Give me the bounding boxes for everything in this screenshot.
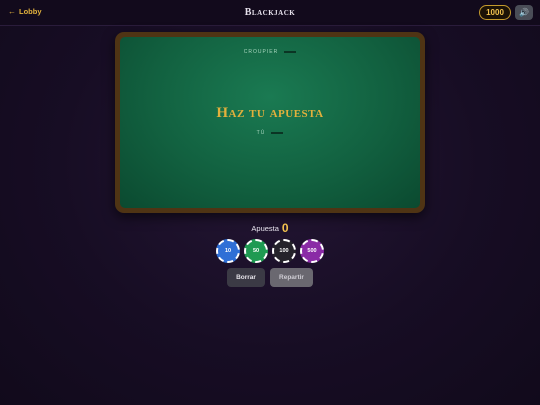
chip-10[interactable]: 10 bbox=[216, 239, 240, 263]
chip-value: 10 bbox=[224, 248, 232, 254]
deal-button[interactable]: Repartir bbox=[270, 268, 313, 287]
player-area: TÚ bbox=[120, 130, 420, 136]
bet-amount: 0 bbox=[281, 221, 289, 235]
sound-toggle-button[interactable]: 🔊 bbox=[515, 5, 533, 20]
chip-500[interactable]: 500 bbox=[300, 239, 324, 263]
speaker-icon: 🔊 bbox=[519, 8, 529, 17]
chip-100[interactable]: 100 bbox=[272, 239, 296, 263]
chip-value: 50 bbox=[252, 248, 260, 254]
bet-label: Apuesta bbox=[251, 224, 279, 233]
chip-50[interactable]: 50 bbox=[244, 239, 268, 263]
bet-prompt: Haz tu apuesta bbox=[216, 105, 324, 121]
table-felt: CROUPIER Haz tu apuesta TÚ bbox=[120, 37, 420, 208]
clear-bet-button[interactable]: Borrar bbox=[227, 268, 265, 287]
chip-value: 500 bbox=[307, 248, 317, 254]
player-label: TÚ bbox=[256, 130, 266, 136]
dealer-score-placeholder bbox=[284, 50, 297, 53]
top-bar: ← Lobby Blackjack 1000 🔊 bbox=[0, 0, 540, 26]
dealer-area: CROUPIER bbox=[120, 49, 420, 55]
page-title: Blackjack bbox=[244, 7, 296, 18]
blackjack-table: CROUPIER Haz tu apuesta TÚ bbox=[115, 32, 425, 213]
chip-selector: 10 50 100 500 bbox=[216, 239, 324, 263]
chip-value: 100 bbox=[279, 248, 289, 254]
dealer-label: CROUPIER bbox=[243, 49, 279, 55]
player-score-placeholder bbox=[271, 131, 284, 134]
credits-badge: 1000 bbox=[479, 5, 511, 20]
bet-display: Apuesta 0 bbox=[0, 221, 540, 235]
